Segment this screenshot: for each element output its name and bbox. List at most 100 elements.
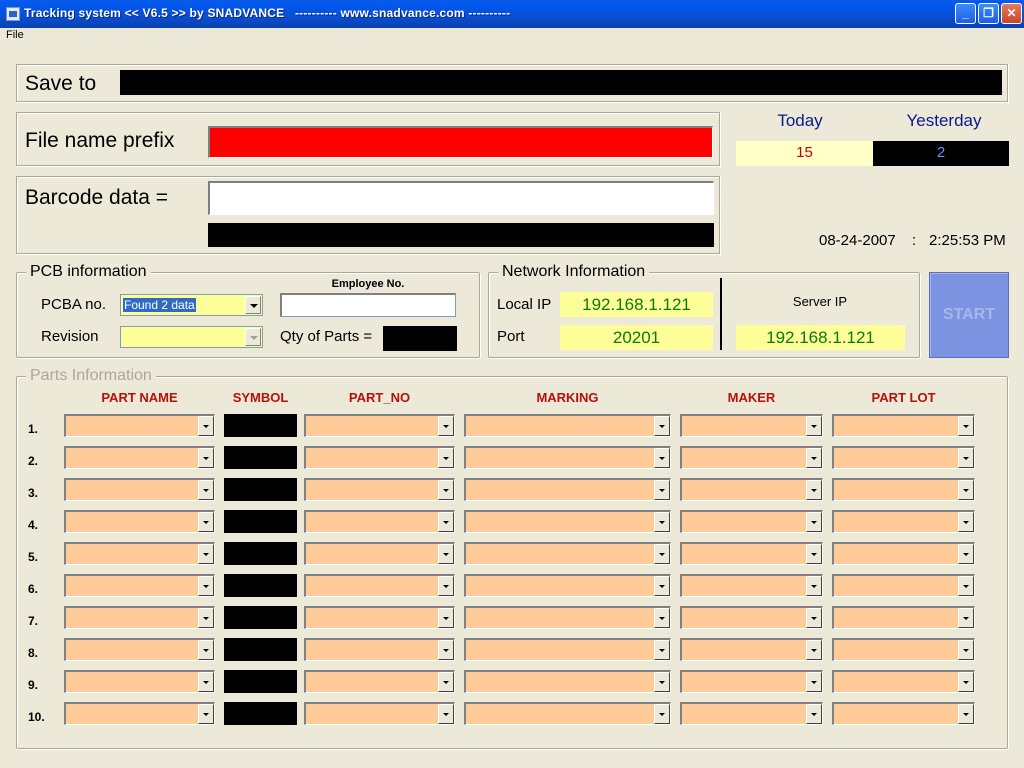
part-no-select[interactable]	[304, 446, 455, 469]
maker-select[interactable]	[680, 670, 823, 693]
chevron-down-icon[interactable]	[245, 328, 261, 346]
maker-select[interactable]	[680, 478, 823, 501]
part-no-select[interactable]	[304, 542, 455, 565]
chevron-down-icon[interactable]	[654, 480, 670, 500]
pcba-no-select[interactable]: Found 2 data	[120, 294, 263, 316]
part-name-select[interactable]	[64, 478, 215, 501]
chevron-down-icon[interactable]	[198, 448, 214, 468]
start-button[interactable]: START	[929, 272, 1009, 358]
app-icon[interactable]	[6, 7, 20, 21]
maker-select[interactable]	[680, 574, 823, 597]
chevron-down-icon[interactable]	[958, 512, 974, 532]
menu-file[interactable]: File	[6, 29, 24, 41]
chevron-down-icon[interactable]	[958, 448, 974, 468]
file-prefix-input[interactable]	[208, 126, 713, 158]
chevron-down-icon[interactable]	[198, 608, 214, 628]
part-lot-select[interactable]	[832, 542, 975, 565]
maker-select[interactable]	[680, 414, 823, 437]
part-lot-select[interactable]	[832, 478, 975, 501]
chevron-down-icon[interactable]	[438, 672, 454, 692]
chevron-down-icon[interactable]	[198, 480, 214, 500]
chevron-down-icon[interactable]	[438, 512, 454, 532]
part-name-select[interactable]	[64, 510, 215, 533]
chevron-down-icon[interactable]	[654, 544, 670, 564]
chevron-down-icon[interactable]	[438, 448, 454, 468]
chevron-down-icon[interactable]	[958, 608, 974, 628]
part-no-select[interactable]	[304, 574, 455, 597]
chevron-down-icon[interactable]	[654, 416, 670, 436]
part-name-select[interactable]	[64, 702, 215, 725]
chevron-down-icon[interactable]	[958, 544, 974, 564]
marking-select[interactable]	[464, 478, 671, 501]
part-lot-select[interactable]	[832, 446, 975, 469]
chevron-down-icon[interactable]	[654, 448, 670, 468]
chevron-down-icon[interactable]	[806, 416, 822, 436]
chevron-down-icon[interactable]	[654, 704, 670, 724]
maker-select[interactable]	[680, 638, 823, 661]
chevron-down-icon[interactable]	[438, 576, 454, 596]
part-name-select[interactable]	[64, 574, 215, 597]
maker-select[interactable]	[680, 446, 823, 469]
chevron-down-icon[interactable]	[806, 512, 822, 532]
part-no-select[interactable]	[304, 510, 455, 533]
maker-select[interactable]	[680, 510, 823, 533]
chevron-down-icon[interactable]	[806, 608, 822, 628]
part-name-select[interactable]	[64, 414, 215, 437]
revision-select[interactable]	[120, 326, 263, 348]
chevron-down-icon[interactable]	[958, 480, 974, 500]
part-lot-select[interactable]	[832, 702, 975, 725]
maximize-button[interactable]: ❐	[978, 3, 999, 24]
chevron-down-icon[interactable]	[438, 480, 454, 500]
marking-select[interactable]	[464, 574, 671, 597]
chevron-down-icon[interactable]	[806, 480, 822, 500]
chevron-down-icon[interactable]	[198, 704, 214, 724]
part-lot-select[interactable]	[832, 670, 975, 693]
part-no-select[interactable]	[304, 670, 455, 693]
chevron-down-icon[interactable]	[438, 608, 454, 628]
part-no-select[interactable]	[304, 606, 455, 629]
close-button[interactable]: ✕	[1001, 3, 1022, 24]
maker-select[interactable]	[680, 702, 823, 725]
chevron-down-icon[interactable]	[654, 512, 670, 532]
part-name-select[interactable]	[64, 542, 215, 565]
chevron-down-icon[interactable]	[198, 544, 214, 564]
part-lot-select[interactable]	[832, 638, 975, 661]
marking-select[interactable]	[464, 510, 671, 533]
chevron-down-icon[interactable]	[806, 544, 822, 564]
chevron-down-icon[interactable]	[438, 640, 454, 660]
chevron-down-icon[interactable]	[958, 640, 974, 660]
marking-select[interactable]	[464, 702, 671, 725]
marking-select[interactable]	[464, 670, 671, 693]
part-no-select[interactable]	[304, 638, 455, 661]
chevron-down-icon[interactable]	[198, 576, 214, 596]
chevron-down-icon[interactable]	[958, 416, 974, 436]
barcode-input[interactable]	[208, 181, 714, 215]
marking-select[interactable]	[464, 638, 671, 661]
maker-select[interactable]	[680, 542, 823, 565]
marking-select[interactable]	[464, 446, 671, 469]
chevron-down-icon[interactable]	[438, 544, 454, 564]
save-to-path-field[interactable]	[120, 70, 1002, 95]
part-lot-select[interactable]	[832, 510, 975, 533]
chevron-down-icon[interactable]	[654, 576, 670, 596]
chevron-down-icon[interactable]	[958, 576, 974, 596]
marking-select[interactable]	[464, 542, 671, 565]
chevron-down-icon[interactable]	[654, 640, 670, 660]
chevron-down-icon[interactable]	[245, 296, 261, 314]
part-no-select[interactable]	[304, 414, 455, 437]
chevron-down-icon[interactable]	[654, 672, 670, 692]
part-name-select[interactable]	[64, 638, 215, 661]
chevron-down-icon[interactable]	[198, 640, 214, 660]
chevron-down-icon[interactable]	[806, 704, 822, 724]
chevron-down-icon[interactable]	[198, 416, 214, 436]
chevron-down-icon[interactable]	[198, 512, 214, 532]
part-name-select[interactable]	[64, 606, 215, 629]
part-no-select[interactable]	[304, 702, 455, 725]
chevron-down-icon[interactable]	[806, 576, 822, 596]
part-no-select[interactable]	[304, 478, 455, 501]
chevron-down-icon[interactable]	[806, 640, 822, 660]
chevron-down-icon[interactable]	[198, 672, 214, 692]
chevron-down-icon[interactable]	[654, 608, 670, 628]
minimize-button[interactable]: _	[955, 3, 976, 24]
part-name-select[interactable]	[64, 446, 215, 469]
